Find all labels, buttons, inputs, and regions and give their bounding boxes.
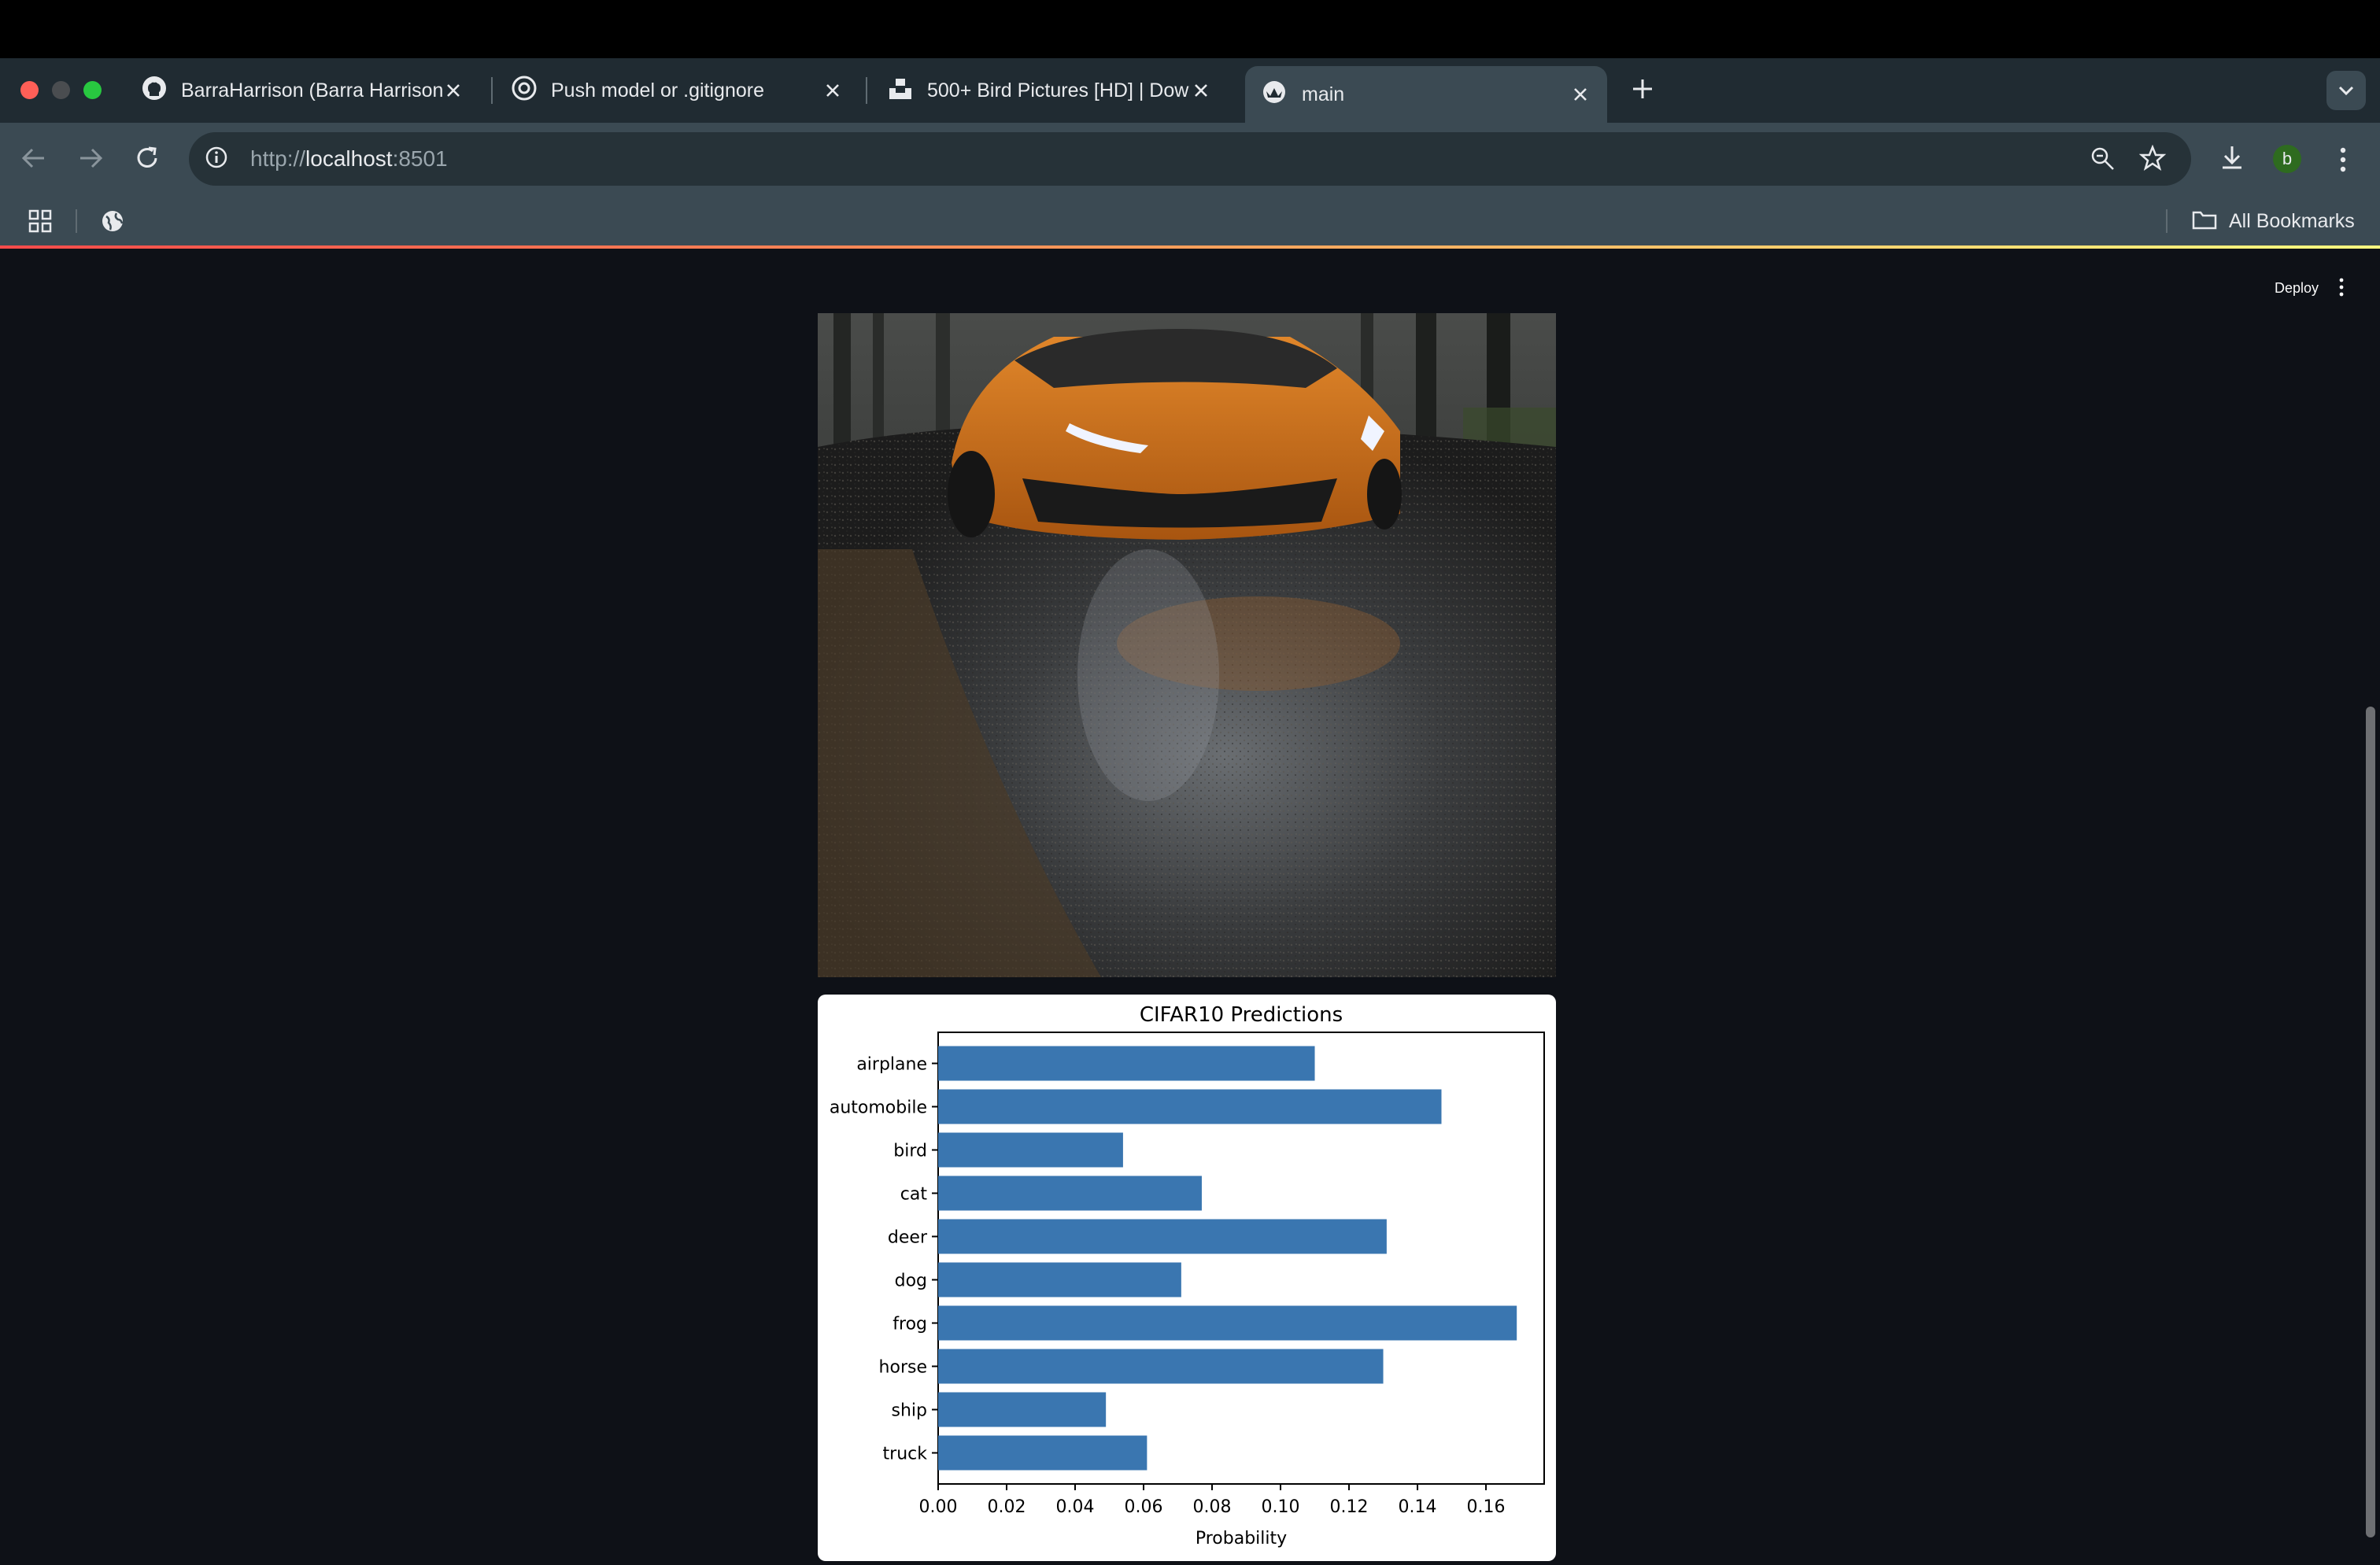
x-tick-label: 0.08 xyxy=(1193,1497,1232,1517)
url-host: localhost xyxy=(305,146,393,171)
x-axis-label: Probability xyxy=(1196,1529,1287,1548)
close-icon[interactable] xyxy=(822,79,844,102)
tab-title: Push model or .gitignore xyxy=(551,79,764,102)
tab-title: main xyxy=(1302,83,1345,105)
apps-grid-icon[interactable] xyxy=(28,209,52,237)
bookmark-separator xyxy=(2166,209,2168,233)
bar-ship xyxy=(938,1392,1107,1427)
tab-main[interactable]: main xyxy=(1245,66,1607,123)
site-info-icon[interactable] xyxy=(205,146,228,173)
github-icon xyxy=(142,76,167,106)
y-tick-label: frog xyxy=(893,1315,927,1334)
x-tick-labels: 0.00 0.02 0.04 0.06 0.08 0.10 0.12 0.14 0.16 xyxy=(919,1484,1506,1517)
chrome-menu-icon[interactable] xyxy=(2338,146,2349,177)
globe-icon[interactable] xyxy=(101,209,124,237)
y-tick-label: automobile xyxy=(830,1098,927,1118)
tab-title: 500+ Bird Pictures [HD] | Download Free … xyxy=(927,79,1190,102)
bookmark-bar xyxy=(0,195,2380,245)
close-icon[interactable] xyxy=(1190,79,1212,102)
tab-search-button[interactable] xyxy=(2326,71,2366,110)
y-tick-label: cat xyxy=(900,1185,928,1205)
x-tick-label: 0.14 xyxy=(1399,1497,1437,1517)
x-tick-label: 0.06 xyxy=(1125,1497,1163,1517)
app-main: Deploy CIFAR10 Predictions airplane auto… xyxy=(0,249,2380,1561)
tab-separator xyxy=(866,77,867,104)
url-text[interactable]: http://localhost:8501 xyxy=(250,146,448,172)
y-tick-label: truck xyxy=(883,1445,928,1464)
tab-chatgpt[interactable]: Push model or .gitignore xyxy=(496,66,859,115)
streamlit-icon xyxy=(1261,80,1288,109)
x-tick-label: 0.00 xyxy=(919,1497,958,1517)
avatar[interactable]: b xyxy=(2273,145,2301,173)
bar-dog xyxy=(938,1262,1181,1297)
bar-deer xyxy=(938,1219,1387,1254)
uploaded-image xyxy=(818,313,1556,977)
bar-horse xyxy=(938,1349,1384,1384)
bookmark-separator xyxy=(76,209,77,233)
minimize-window-button[interactable] xyxy=(52,81,70,99)
bar-airplane xyxy=(938,1046,1315,1081)
zoom-icon[interactable] xyxy=(2090,146,2116,175)
y-tick-label: horse xyxy=(879,1358,927,1378)
tab-unsplash[interactable]: 500+ Bird Pictures [HD] | Download Free … xyxy=(872,66,1228,115)
y-tick-label: dog xyxy=(895,1272,927,1291)
url-scheme: http:// xyxy=(250,146,306,171)
all-bookmarks-label: All Bookmarks xyxy=(2229,210,2355,232)
chart-title: CIFAR10 Predictions xyxy=(1140,1003,1343,1027)
unsplash-icon xyxy=(888,76,913,106)
avatar-initial: b xyxy=(2282,149,2293,168)
download-icon[interactable] xyxy=(2218,143,2246,175)
x-tick-label: 0.12 xyxy=(1330,1497,1369,1517)
x-tick-label: 0.10 xyxy=(1262,1497,1300,1517)
y-tick-label: ship xyxy=(892,1401,927,1421)
tab-title: BarraHarrison (Barra Harrison) xyxy=(181,79,442,102)
bar-bird xyxy=(938,1132,1123,1168)
x-tick-label: 0.16 xyxy=(1467,1497,1506,1517)
bar-truck xyxy=(938,1435,1148,1471)
bar-frog xyxy=(938,1305,1517,1341)
y-tick-labels: airplane automobile bird cat deer dog frog hors… xyxy=(830,1055,938,1464)
menu-bar xyxy=(0,0,2380,58)
folder-icon xyxy=(2191,208,2218,235)
x-tick-label: 0.04 xyxy=(1056,1497,1095,1517)
back-arrow-icon[interactable] xyxy=(20,146,47,174)
tab-separator xyxy=(491,77,493,104)
app-menu-icon[interactable] xyxy=(2338,277,2345,301)
y-tick-label: airplane xyxy=(856,1055,927,1075)
deploy-button[interactable]: Deploy xyxy=(2275,280,2319,297)
close-window-button[interactable] xyxy=(20,81,39,99)
y-tick-label: bird xyxy=(893,1142,927,1161)
bar-cat xyxy=(938,1176,1202,1211)
close-icon[interactable] xyxy=(442,79,464,102)
forward-arrow-icon[interactable] xyxy=(77,146,104,174)
all-bookmarks-button[interactable]: All Bookmarks xyxy=(2191,208,2355,235)
deploy-label: Deploy xyxy=(2274,280,2319,296)
reload-icon[interactable] xyxy=(134,145,161,175)
openai-icon xyxy=(512,76,537,106)
bar-automobile xyxy=(938,1089,1442,1124)
address-bar[interactable]: http://localhost:8501 xyxy=(189,132,2191,186)
tab-github[interactable]: BarraHarrison (Barra Harrison) xyxy=(126,66,480,115)
bookmark-star-icon[interactable] xyxy=(2138,144,2167,175)
y-tick-label: deer xyxy=(888,1228,928,1248)
new-tab-button[interactable] xyxy=(1631,77,1654,105)
zoom-window-button[interactable] xyxy=(83,81,102,99)
x-tick-label: 0.02 xyxy=(988,1497,1026,1517)
prediction-chart-card: CIFAR10 Predictions airplane automobile bi… xyxy=(818,995,1556,1561)
prediction-chart: CIFAR10 Predictions airplane automobile bi… xyxy=(830,1003,1545,1548)
bars-group xyxy=(938,1046,1517,1471)
scrollbar[interactable] xyxy=(2366,707,2375,1537)
url-port: :8501 xyxy=(392,146,448,171)
close-icon[interactable] xyxy=(1569,83,1591,105)
